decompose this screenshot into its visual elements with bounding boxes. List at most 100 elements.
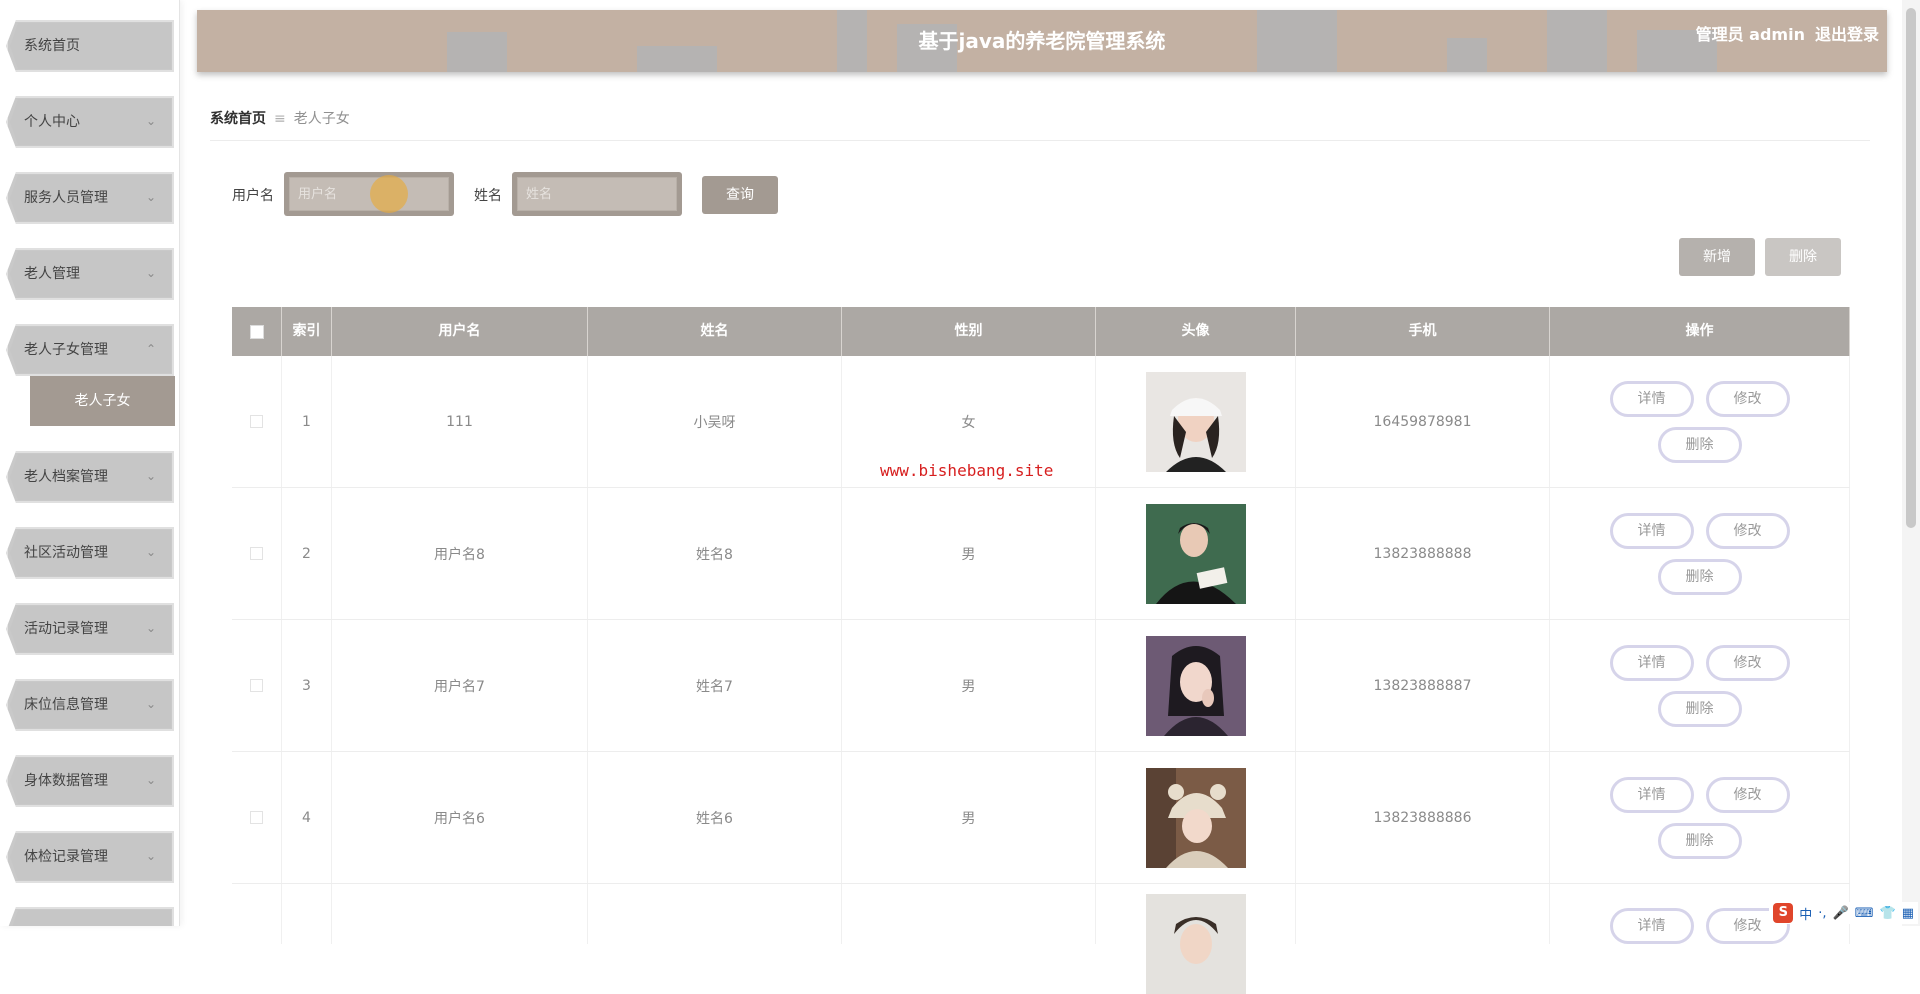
delete-button[interactable]: 删除 bbox=[1658, 691, 1742, 727]
delete-button[interactable]: 删除 bbox=[1658, 427, 1742, 463]
select-all-cell bbox=[232, 307, 282, 356]
divider bbox=[210, 140, 1870, 141]
chevron-down-icon: ⌄ bbox=[146, 755, 156, 807]
cell-gender: 男 bbox=[842, 620, 1096, 751]
column-header-index: 索引 bbox=[282, 307, 332, 356]
avatar-image bbox=[1146, 372, 1246, 472]
edit-button[interactable]: 修改 bbox=[1706, 777, 1790, 813]
sidebar-item-home[interactable]: 系统首页 bbox=[6, 20, 174, 72]
data-table: 索引 用户名 姓名 性别 头像 手机 操作 1 111 小吴呀 女 164598… bbox=[232, 307, 1850, 944]
cell-index: 1 bbox=[282, 356, 332, 487]
sidebar-item-activity-management[interactable]: 社区活动管理 ⌄ bbox=[6, 527, 174, 579]
row-actions-top: 详情 修改 bbox=[1610, 513, 1790, 549]
sidebar-item-children-management[interactable]: 老人子女管理 ⌃ bbox=[6, 324, 174, 376]
edit-button[interactable]: 修改 bbox=[1706, 513, 1790, 549]
cell-gender: 男 bbox=[842, 488, 1096, 619]
app-title: 基于java的养老院管理系统 bbox=[197, 10, 1887, 72]
sidebar-item-checkup-record[interactable]: 体检记录管理 ⌄ bbox=[6, 831, 174, 883]
row-checkbox[interactable] bbox=[250, 547, 263, 560]
chevron-down-icon: ⌄ bbox=[146, 248, 156, 300]
cell-name: 姓名8 bbox=[588, 488, 842, 619]
cell-gender bbox=[842, 884, 1096, 944]
breadcrumb-current: 老人子女 bbox=[294, 111, 350, 127]
add-button[interactable]: 新增 bbox=[1679, 238, 1755, 276]
detail-button[interactable]: 详情 bbox=[1610, 908, 1694, 944]
breadcrumb-home[interactable]: 系统首页 bbox=[210, 111, 266, 127]
cell-name: 姓名7 bbox=[588, 620, 842, 751]
chevron-down-icon: ⌄ bbox=[146, 172, 156, 224]
chevron-up-icon: ⌃ bbox=[146, 324, 156, 376]
delete-button[interactable]: 删除 bbox=[1658, 823, 1742, 859]
column-header-gender: 性别 bbox=[842, 307, 1096, 356]
column-header-avatar: 头像 bbox=[1096, 307, 1296, 356]
sidebar-subitem-children[interactable]: 老人子女 bbox=[30, 376, 175, 426]
cell-username: 111 bbox=[332, 356, 588, 487]
cell-actions: 详情 修改 删除 bbox=[1550, 356, 1850, 487]
name-search-input[interactable] bbox=[517, 177, 677, 211]
scrollbar-thumb[interactable] bbox=[1906, 8, 1916, 528]
row-checkbox[interactable] bbox=[250, 811, 263, 824]
detail-button[interactable]: 详情 bbox=[1610, 645, 1694, 681]
sidebar-item-label: 系统首页 bbox=[24, 20, 80, 72]
row-checkbox[interactable] bbox=[250, 679, 263, 692]
cell-gender: 男 bbox=[842, 752, 1096, 883]
edit-button[interactable]: 修改 bbox=[1706, 381, 1790, 417]
cell-name bbox=[588, 884, 842, 944]
delete-button[interactable]: 删除 bbox=[1658, 559, 1742, 595]
row-checkbox[interactable] bbox=[250, 415, 263, 428]
sidebar-item-bed-management[interactable]: 床位信息管理 ⌄ bbox=[6, 679, 174, 731]
select-all-checkbox[interactable] bbox=[250, 325, 264, 339]
cell-avatar bbox=[1096, 884, 1296, 944]
grid-menu-icon[interactable]: ▦ bbox=[1902, 906, 1914, 921]
cell-username bbox=[332, 884, 588, 944]
sidebar-item-staff-management[interactable]: 服务人员管理 ⌄ bbox=[6, 172, 174, 224]
row-select-cell bbox=[232, 620, 282, 751]
sidebar-item-more[interactable] bbox=[6, 907, 174, 926]
sidebar-item-archive-management[interactable]: 老人档案管理 ⌄ bbox=[6, 451, 174, 503]
avatar-image bbox=[1146, 636, 1246, 736]
chevron-down-icon: ⌄ bbox=[146, 451, 156, 503]
ime-logo-icon[interactable]: S bbox=[1773, 903, 1793, 923]
row-actions-top: 详情 修改 bbox=[1610, 645, 1790, 681]
skin-icon[interactable]: 👕 bbox=[1880, 906, 1896, 921]
avatar-image bbox=[1146, 894, 1246, 994]
vertical-scrollbar[interactable] bbox=[1902, 0, 1920, 926]
sidebar-item-label: 老人子女管理 bbox=[24, 324, 108, 376]
cell-avatar bbox=[1096, 752, 1296, 883]
sidebar-item-label: 活动记录管理 bbox=[24, 603, 108, 655]
microphone-icon[interactable]: 🎤 bbox=[1833, 906, 1849, 921]
sidebar-item-personal-center[interactable]: 个人中心 ⌄ bbox=[6, 96, 174, 148]
cell-name: 姓名6 bbox=[588, 752, 842, 883]
row-select-cell bbox=[232, 488, 282, 619]
username-search-wrapper bbox=[284, 172, 454, 216]
ime-punctuation-icon[interactable]: ·, bbox=[1818, 906, 1826, 921]
logout-link[interactable]: 退出登录 bbox=[1815, 25, 1879, 44]
sidebar-item-elder-management[interactable]: 老人管理 ⌄ bbox=[6, 248, 174, 300]
query-button[interactable]: 查询 bbox=[702, 176, 778, 214]
column-header-phone: 手机 bbox=[1296, 307, 1550, 356]
detail-button[interactable]: 详情 bbox=[1610, 777, 1694, 813]
chevron-down-icon: ⌄ bbox=[146, 527, 156, 579]
sidebar-item-activity-record[interactable]: 活动记录管理 ⌄ bbox=[6, 603, 174, 655]
ime-toolbar: S 中 ·, 🎤 ⌨ 👕 ▦ bbox=[1769, 902, 1918, 924]
username-search-input[interactable] bbox=[289, 177, 449, 211]
sidebar-item-body-data[interactable]: 身体数据管理 ⌄ bbox=[6, 755, 174, 807]
cell-username: 用户名8 bbox=[332, 488, 588, 619]
menu-item-bg bbox=[6, 907, 174, 926]
detail-button[interactable]: 详情 bbox=[1610, 381, 1694, 417]
keyboard-icon[interactable]: ⌨ bbox=[1855, 906, 1874, 921]
avatar-image bbox=[1146, 504, 1246, 604]
row-actions-top: 详情 修改 bbox=[1610, 777, 1790, 813]
table-row: 详情 修改 bbox=[232, 884, 1850, 944]
edit-button[interactable]: 修改 bbox=[1706, 645, 1790, 681]
column-header-name: 姓名 bbox=[588, 307, 842, 356]
chevron-down-icon: ⌄ bbox=[146, 96, 156, 148]
cell-phone bbox=[1296, 884, 1550, 944]
table-row: 3 用户名7 姓名7 男 13823888887 详情 修改 删除 bbox=[232, 620, 1850, 752]
ime-language-toggle[interactable]: 中 bbox=[1799, 904, 1812, 923]
cell-avatar bbox=[1096, 620, 1296, 751]
batch-delete-button[interactable]: 删除 bbox=[1765, 238, 1841, 276]
table-row: 2 用户名8 姓名8 男 13823888888 详情 修改 删除 bbox=[232, 488, 1850, 620]
chevron-down-icon: ⌄ bbox=[146, 603, 156, 655]
detail-button[interactable]: 详情 bbox=[1610, 513, 1694, 549]
